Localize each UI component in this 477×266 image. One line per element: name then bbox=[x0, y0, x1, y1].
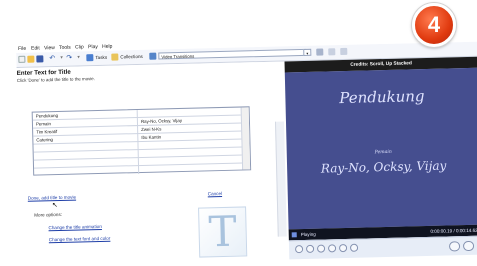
collection-dropdown[interactable]: Video Transitions bbox=[158, 49, 306, 60]
playback-controls bbox=[289, 236, 477, 260]
page-title: Enter Text for Title bbox=[17, 69, 71, 77]
collection-dropdown-arrow[interactable]: ▾ bbox=[303, 49, 311, 56]
tasks-icon[interactable] bbox=[86, 54, 93, 61]
grid-scrollbar[interactable] bbox=[241, 107, 251, 169]
playing-indicator-icon bbox=[292, 232, 297, 237]
redo-icon[interactable]: ↷ bbox=[66, 55, 73, 62]
rewind-icon[interactable] bbox=[317, 245, 325, 253]
more-options-icon[interactable] bbox=[340, 48, 347, 55]
mouse-cursor-icon: ↖ bbox=[52, 201, 58, 209]
preview-screen: Pendukung Pemain Ray-No, Ocksy, Vijay bbox=[285, 68, 477, 230]
collections-button[interactable]: Collections bbox=[120, 53, 143, 62]
stop-icon[interactable] bbox=[306, 245, 314, 253]
redo-dropdown-icon[interactable]: ▾ bbox=[77, 54, 84, 61]
next-frame-icon[interactable] bbox=[339, 244, 347, 252]
tasks-button[interactable]: Tasks bbox=[95, 54, 107, 62]
play-icon[interactable] bbox=[295, 245, 303, 253]
preview-names: Ray-No, Ocksy, Vijay bbox=[287, 158, 477, 177]
preview-heading: Pendukung bbox=[285, 86, 477, 109]
change-font-color-link[interactable]: Change the text font and color bbox=[49, 236, 111, 243]
new-project-icon[interactable] bbox=[18, 56, 25, 63]
view-options-icon[interactable] bbox=[328, 48, 335, 55]
done-add-title-link[interactable]: Done, add title to movie bbox=[28, 195, 76, 201]
menu-view[interactable]: View bbox=[44, 45, 55, 51]
menu-edit[interactable]: Edit bbox=[31, 45, 40, 51]
playback-status: Playing bbox=[301, 229, 316, 240]
pane-scrollbar[interactable] bbox=[275, 121, 287, 236]
menu-tools[interactable]: Tools bbox=[59, 45, 71, 51]
previous-frame-icon[interactable] bbox=[328, 244, 336, 252]
take-picture-icon[interactable] bbox=[463, 241, 474, 251]
movie-maker-window: File Edit View Tools Clip Play Help ↶ ▾ … bbox=[16, 33, 477, 265]
page-instructions: Click 'Done' to add the title to the mov… bbox=[17, 76, 95, 83]
save-icon[interactable] bbox=[36, 55, 43, 62]
change-title-animation-link[interactable]: Change the title animation bbox=[48, 224, 101, 230]
up-folder-icon[interactable] bbox=[316, 48, 323, 55]
menu-clip[interactable]: Clip bbox=[75, 44, 84, 50]
preview-role: Pemain bbox=[287, 148, 477, 158]
menu-file[interactable]: File bbox=[18, 46, 26, 52]
forward-icon[interactable] bbox=[350, 244, 358, 252]
video-transitions-icon bbox=[149, 53, 156, 60]
step-number-badge: 4 bbox=[412, 3, 456, 47]
title-text-grid[interactable]: Pendukung Pemain Ray-No, Ocksy, Vijay Ti… bbox=[32, 106, 251, 175]
split-clip-icon[interactable] bbox=[449, 241, 460, 251]
open-icon[interactable] bbox=[27, 56, 34, 63]
title-editor-pane: Enter Text for Title Click 'Done' to add… bbox=[17, 61, 288, 264]
menu-play[interactable]: Play bbox=[88, 44, 98, 50]
preview-monitor: Credits: Scroll, Up Stacked Pendukung Pe… bbox=[285, 57, 477, 259]
cancel-link[interactable]: Cancel bbox=[208, 191, 222, 196]
screenshot-canvas: File Edit View Tools Clip Play Help ↶ ▾ … bbox=[0, 0, 477, 265]
title-T-icon: T bbox=[198, 206, 247, 257]
more-options-label: More options: bbox=[34, 212, 62, 218]
undo-icon[interactable]: ↶ bbox=[49, 55, 56, 62]
collections-icon[interactable] bbox=[111, 54, 118, 61]
menu-help[interactable]: Help bbox=[102, 44, 112, 50]
